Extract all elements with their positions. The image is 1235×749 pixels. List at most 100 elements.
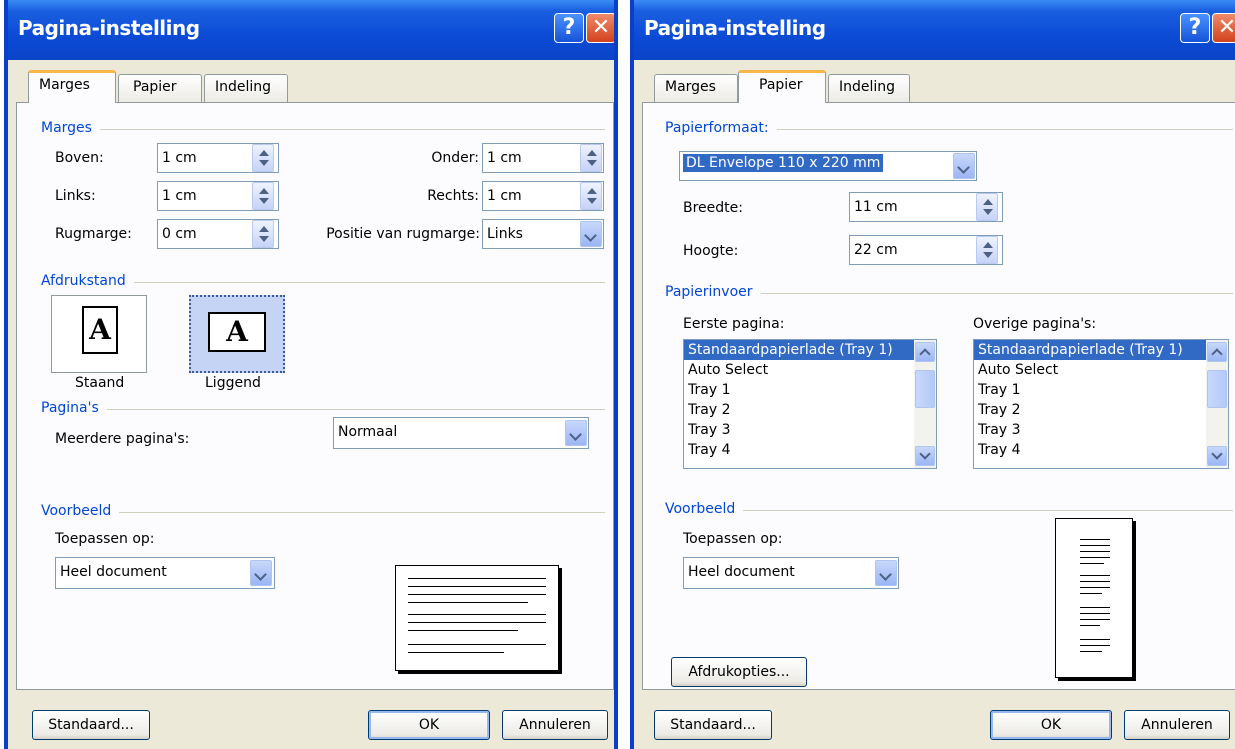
close-icon[interactable]: ✕	[586, 13, 614, 43]
window-title: Pagina-instelling	[644, 16, 826, 40]
scroll-up-icon[interactable]	[915, 342, 935, 362]
scrollbar[interactable]	[914, 340, 936, 468]
preview-line	[1080, 551, 1110, 552]
breedte-label: Breedte:	[683, 200, 743, 216]
scroll-down-icon[interactable]	[1207, 446, 1227, 466]
list-item[interactable]: Tray 3	[974, 420, 1228, 440]
staand-label: Staand	[75, 375, 125, 391]
eerste-pagina-list[interactable]: Standaardpapierlade (Tray 1) Auto Select…	[683, 339, 937, 469]
title-bar: Pagina-instelling ? ✕	[634, 0, 1235, 60]
window-title: Pagina-instelling	[18, 16, 200, 40]
tab-panel: Papierformaat: DL Envelope 110 x 220 mm …	[642, 102, 1235, 690]
group-paginas: Pagina's	[41, 400, 107, 416]
preview-line	[408, 644, 546, 645]
close-icon[interactable]: ✕	[1212, 13, 1235, 43]
overige-paginas-label: Overige pagina's:	[973, 316, 1097, 332]
list-item[interactable]: Auto Select	[974, 360, 1228, 380]
group-divider	[665, 510, 1233, 511]
afdrukopties-button[interactable]: Afdrukopties...	[671, 657, 807, 687]
hoogte-spin-icon[interactable]	[976, 236, 998, 264]
list-item[interactable]: Tray 4	[684, 440, 936, 460]
ok-button[interactable]: OK	[990, 710, 1112, 740]
annuleren-button[interactable]: Annuleren	[502, 710, 608, 740]
preview-line	[408, 594, 546, 595]
overige-paginas-list[interactable]: Standaardpapierlade (Tray 1) Auto Select…	[973, 339, 1229, 469]
list-item[interactable]: Tray 2	[684, 400, 936, 420]
toepassen-label: Toepassen op:	[55, 531, 155, 547]
help-icon[interactable]: ?	[1180, 13, 1210, 43]
tab-indeling[interactable]: Indeling	[204, 74, 288, 102]
tab-papier[interactable]: Papier	[118, 74, 202, 102]
scroll-up-icon[interactable]	[1207, 342, 1227, 362]
group-papierinvoer: Papierinvoer	[665, 284, 761, 300]
rechts-spin-icon[interactable]	[580, 182, 602, 210]
preview-line	[1080, 625, 1100, 626]
group-papierformaat: Papierformaat:	[665, 120, 777, 136]
group-marges: Marges	[41, 120, 100, 136]
preview-line	[408, 622, 546, 623]
scroll-thumb[interactable]	[915, 370, 935, 408]
preview-line	[1080, 651, 1102, 652]
links-spin-icon[interactable]	[252, 182, 274, 210]
preview-line	[1080, 545, 1110, 546]
preview-line	[1080, 539, 1110, 540]
preview-line	[1080, 581, 1110, 582]
scroll-thumb[interactable]	[1207, 370, 1227, 408]
meerdere-paginas-label: Meerdere pagina's:	[55, 431, 190, 447]
liggend-label: Liggend	[205, 375, 261, 391]
list-item[interactable]: Tray 2	[974, 400, 1228, 420]
tab-marges[interactable]: Marges	[28, 70, 116, 103]
tab-indeling[interactable]: Indeling	[828, 74, 910, 102]
preview-line	[1080, 607, 1110, 608]
dropdown-arrow-icon[interactable]	[875, 560, 897, 586]
boven-spin-icon[interactable]	[252, 144, 274, 172]
tab-panel: Marges Boven: 1 cm Links: 1 cm Rugmarge:…	[16, 102, 614, 690]
scroll-down-icon[interactable]	[915, 446, 935, 466]
breedte-spin-icon[interactable]	[976, 193, 998, 221]
meerdere-paginas-select[interactable]: Normaal	[333, 417, 589, 449]
preview-line	[408, 578, 546, 579]
dropdown-arrow-icon[interactable]	[565, 420, 587, 446]
dropdown-arrow-icon[interactable]	[953, 153, 975, 179]
list-item[interactable]: Tray 3	[684, 420, 936, 440]
standaard-button[interactable]: Standaard...	[32, 710, 150, 740]
list-item[interactable]: Tray 1	[974, 380, 1228, 400]
list-item[interactable]: Standaardpapierlade (Tray 1)	[684, 340, 936, 360]
group-divider	[41, 129, 605, 130]
toepassen-label: Toepassen op:	[683, 531, 783, 547]
dropdown-arrow-icon[interactable]	[250, 560, 272, 586]
preview-line	[1080, 563, 1104, 564]
toepassen-select[interactable]: Heel document	[683, 557, 899, 589]
group-voorbeeld: Voorbeeld	[665, 501, 744, 517]
list-item[interactable]: Tray 4	[974, 440, 1228, 460]
scrollbar[interactable]	[1206, 340, 1228, 468]
list-item[interactable]: Tray 1	[684, 380, 936, 400]
list-item[interactable]: Standaardpapierlade (Tray 1)	[974, 340, 1228, 360]
tab-marges[interactable]: Marges	[654, 74, 738, 102]
papierformaat-select[interactable]: DL Envelope 110 x 220 mm	[679, 151, 977, 181]
group-divider	[41, 409, 605, 410]
landscape-option[interactable]: A	[189, 295, 285, 373]
preview-line	[1080, 557, 1110, 558]
rugmarge-spin-icon[interactable]	[252, 220, 274, 248]
help-icon[interactable]: ?	[554, 13, 584, 43]
group-voorbeeld: Voorbeeld	[41, 503, 120, 519]
ok-button[interactable]: OK	[368, 710, 490, 740]
title-bar: Pagina-instelling ? ✕	[8, 0, 614, 60]
portrait-preview	[1055, 518, 1133, 678]
preview-line	[1080, 593, 1102, 594]
portrait-option[interactable]: A	[51, 295, 147, 373]
preview-line	[408, 652, 504, 653]
annuleren-button[interactable]: Annuleren	[1124, 710, 1230, 740]
standaard-button[interactable]: Standaard...	[654, 710, 772, 740]
boven-label: Boven:	[55, 150, 104, 166]
list-item[interactable]: Auto Select	[684, 360, 936, 380]
preview-line	[1080, 587, 1110, 588]
onder-spin-icon[interactable]	[580, 144, 602, 172]
rugmarge-label: Rugmarge:	[55, 226, 132, 242]
dropdown-arrow-icon[interactable]	[580, 221, 602, 247]
preview-line	[1080, 639, 1110, 640]
toepassen-select[interactable]: Heel document	[55, 557, 275, 589]
tab-papier[interactable]: Papier	[738, 70, 826, 103]
preview-line	[408, 586, 546, 587]
